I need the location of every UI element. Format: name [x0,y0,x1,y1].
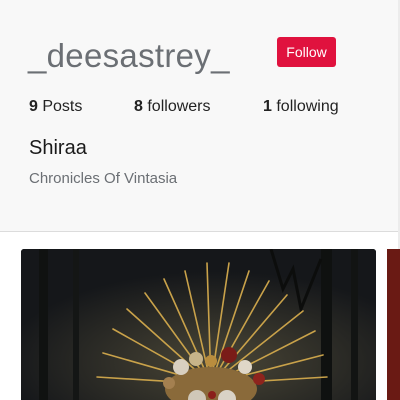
followers-count: 8 [134,98,143,115]
following-label: following [276,98,339,115]
posts-stat[interactable]: 9 Posts [29,97,82,117]
followers-stat[interactable]: 8 followers [134,97,211,117]
following-stat[interactable]: 1 following [263,97,339,117]
followers-label: followers [147,98,211,115]
next-post-thumbnail[interactable] [387,249,400,400]
post-thumbnail[interactable] [21,249,376,400]
post-image [21,249,376,400]
profile-bio: Chronicles Of Vintasia [29,170,178,187]
following-count: 1 [263,98,272,115]
posts-label: Posts [42,98,83,115]
profile-username: _deesastrey_ [28,37,230,74]
posts-count: 9 [29,98,38,115]
follow-button[interactable]: Follow [277,37,336,67]
profile-header: _deesastrey_ Follow 9 Posts 8 followers … [0,0,400,232]
profile-display-name: Shiraa [29,137,87,159]
